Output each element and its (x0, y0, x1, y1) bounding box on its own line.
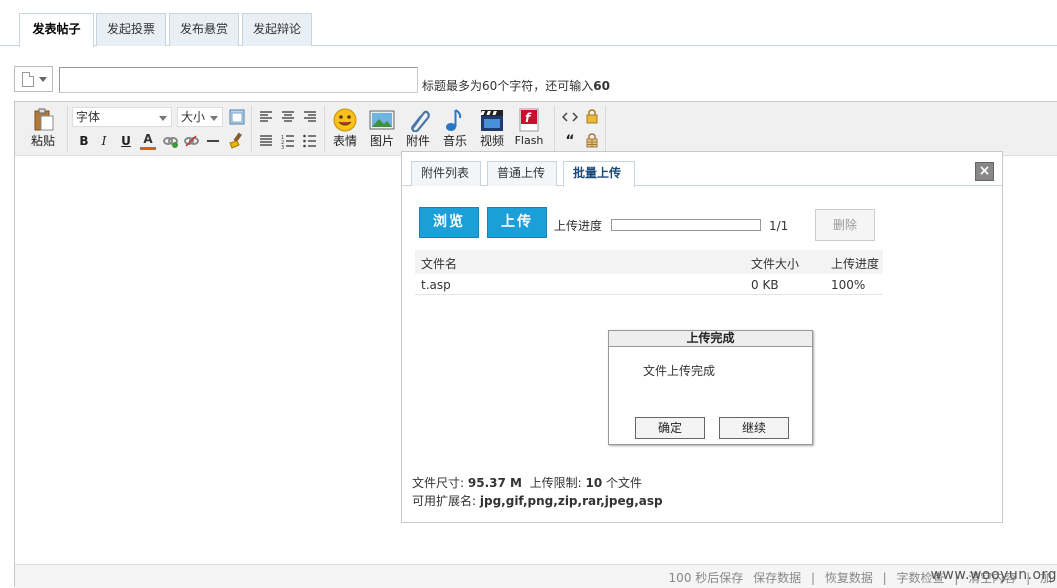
thread-type-select[interactable] (14, 66, 53, 92)
tab-attachment-list[interactable]: 附件列表 (411, 161, 481, 186)
flash-icon: f (516, 108, 542, 132)
hidden-content-icon[interactable] (584, 132, 600, 148)
tab-start-debate[interactable]: 发起辩论 (242, 13, 312, 46)
clear-format-icon[interactable] (227, 132, 243, 149)
tab-post-reward[interactable]: 发布悬赏 (169, 13, 239, 46)
music-note-icon (442, 108, 468, 132)
image-icon (369, 108, 395, 132)
unlink-icon[interactable] (183, 133, 199, 149)
smiley-icon (332, 108, 358, 132)
file-progress: 100% (831, 278, 866, 292)
justify-icon[interactable] (258, 133, 274, 149)
upload-limits-info: 文件尺寸: 95.37 M 上传限制: 10 个文件 可用扩展名: jpg,gi… (412, 476, 663, 508)
autosave-countdown: 100 秒后保存 (668, 571, 744, 585)
bold-button[interactable]: B (76, 133, 92, 149)
horizontal-rule-icon[interactable] (205, 133, 221, 149)
post-type-tabs: 发表帖子 发起投票 发布悬赏 发起辩论 (0, 0, 1057, 47)
code-icon[interactable] (561, 109, 579, 125)
save-data-link[interactable]: 保存数据 (753, 571, 801, 585)
font-color-button[interactable]: A (140, 132, 156, 150)
upload-dialog-tabs: 附件列表 普通上传 批量上传 (402, 152, 1002, 187)
clipboard-icon (30, 108, 56, 132)
tab-batch-upload[interactable]: 批量上传 (563, 161, 635, 187)
table-icon[interactable] (229, 109, 245, 125)
continue-button[interactable]: 继续 (719, 417, 789, 439)
chevron-down-icon (39, 77, 47, 82)
unordered-list-icon[interactable] (302, 133, 318, 149)
insert-link-icon[interactable] (162, 133, 178, 149)
quote-icon[interactable]: “ (562, 133, 578, 149)
tab-post-thread[interactable]: 发表帖子 (19, 13, 94, 47)
upload-progress-bar (611, 219, 761, 231)
tab-normal-upload[interactable]: 普通上传 (487, 161, 557, 186)
align-left-icon[interactable] (258, 109, 274, 125)
editor-toolbar: 粘贴 字体 大小 B I U A 1 2 3 表情 图片 附件 音乐 视频 f … (15, 102, 1057, 156)
clapperboard-icon (479, 108, 505, 132)
browse-button[interactable]: 浏览 (419, 207, 479, 238)
lock-icon[interactable] (584, 108, 600, 124)
ordered-list-icon[interactable]: 123 (280, 133, 296, 151)
svg-text:3: 3 (281, 145, 284, 149)
music-button[interactable]: 音乐 (438, 108, 472, 148)
title-hint: 标题最多为60个字符，还可输入60 (422, 79, 610, 93)
progress-count: 1/1 (769, 219, 789, 233)
table-header: 文件名 文件大小 上传进度 (415, 250, 883, 274)
separator: | (882, 571, 887, 585)
ok-button[interactable]: 确定 (635, 417, 705, 439)
chevron-down-icon (210, 116, 218, 121)
emoji-button[interactable]: 表情 (328, 108, 362, 148)
upload-button[interactable]: 上传 (487, 207, 547, 238)
upload-file-table: 文件名 文件大小 上传进度 t.asp 0 KB 100% (415, 250, 883, 295)
video-button[interactable]: 视频 (475, 108, 509, 148)
align-center-icon[interactable] (280, 109, 296, 125)
paste-button[interactable]: 粘贴 (26, 108, 60, 148)
close-icon[interactable]: × (975, 162, 994, 181)
upload-complete-dialog: 上传完成 文件上传完成 确定 继续 (608, 330, 813, 445)
dialog-message: 文件上传完成 (643, 364, 716, 378)
column-header-progress: 上传进度 (831, 257, 880, 271)
column-header-filename: 文件名 (421, 257, 458, 271)
tab-start-poll[interactable]: 发起投票 (96, 13, 166, 46)
file-size: 0 KB (751, 278, 779, 292)
column-header-filesize: 文件大小 (751, 257, 800, 271)
chevron-down-icon (159, 116, 167, 121)
file-name: t.asp (421, 278, 451, 292)
table-row[interactable]: t.asp 0 KB 100% (415, 274, 883, 295)
editor-status-bar: 100 秒后保存 保存数据 | 恢复数据 | 字数检查 | 清空内容 | 加 (15, 564, 1057, 588)
italic-button[interactable]: I (96, 133, 112, 149)
title-input[interactable] (59, 67, 418, 93)
progress-label: 上传进度 (554, 219, 603, 233)
restore-data-link[interactable]: 恢复数据 (825, 571, 873, 585)
image-button[interactable]: 图片 (365, 108, 399, 148)
font-family-select[interactable]: 字体 (72, 107, 172, 127)
watermark: www.wooyun.org (930, 567, 1057, 583)
underline-button[interactable]: U (118, 133, 134, 149)
flash-button[interactable]: f Flash (512, 108, 546, 148)
paperclip-icon (405, 108, 431, 133)
separator: | (810, 571, 815, 585)
align-right-icon[interactable] (302, 109, 318, 125)
attachment-button[interactable]: 附件 (401, 108, 435, 148)
dialog-title: 上传完成 (609, 331, 812, 347)
font-size-select[interactable]: 大小 (177, 107, 223, 127)
attachment-upload-dialog: 附件列表 普通上传 批量上传 × 浏览 上传 上传进度 1/1 删除 文件名 文… (401, 151, 1003, 523)
document-icon (22, 72, 34, 87)
delete-button[interactable]: 删除 (815, 209, 875, 241)
